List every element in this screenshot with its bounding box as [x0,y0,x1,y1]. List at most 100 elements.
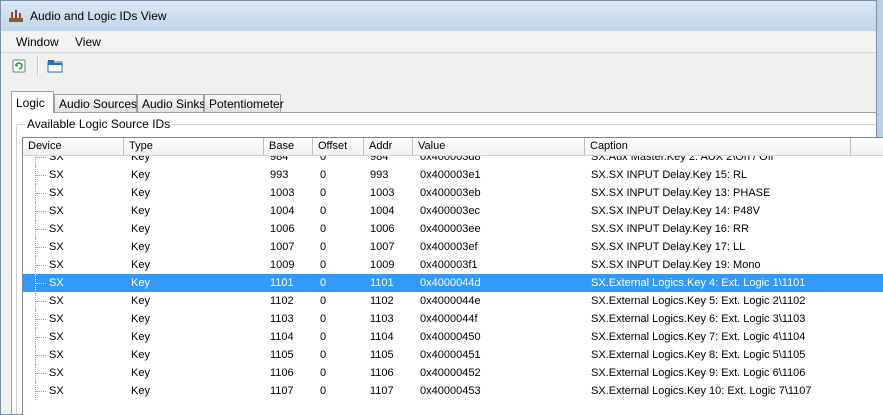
table-row[interactable]: SX Key 1003 0 1003 0x400003eb SX.SX INPUT Dela… [23,184,883,202]
cell-offset: 0 [320,241,327,253]
table-row[interactable]: SX Key 1006 0 1006 0x400003ee SX.SX INPUT Dela… [23,220,883,238]
tab-audio-sinks[interactable]: Audio Sinks [137,94,205,112]
toolbar [1,53,876,79]
cell-addr: 1003 [370,187,395,199]
cell-caption: SX.External Logics.Key 5: Ext. Logic 2\1… [591,295,806,307]
toolbar-separator [37,56,39,76]
cell-caption: SX.SX INPUT Delay.Key 19: Mono [591,259,761,271]
cell-addr: 1006 [370,223,395,235]
table-row[interactable]: SX Key 1009 0 1009 0x400003f1 SX.SX INPUT Dela… [23,256,883,274]
table-row[interactable]: SX Key 1103 0 1103 0x4000044f SX.External Logi… [23,310,883,328]
cell-device: SX [49,385,64,397]
cell-type: Key [131,331,150,343]
cell-offset: 0 [320,313,327,325]
cell-base: 1007 [270,241,295,253]
cell-device: SX [49,223,64,235]
cell-addr: 993 [370,169,389,181]
cell-offset: 0 [320,331,327,343]
cell-addr: 1101 [370,277,394,289]
cell-device: SX [49,295,64,307]
cell-type: Key [131,241,150,253]
table-row[interactable]: SX Key 1102 0 1102 0x4000044e SX.External Logi… [23,292,883,310]
cell-type: Key [131,367,150,379]
cell-addr: 1007 [370,241,395,253]
title-bar: Audio and Logic IDs View [1,1,876,31]
cell-caption: SX.External Logics.Key 4: Ext. Logic 1\1… [591,277,806,289]
cell-base: 1003 [270,187,295,199]
tree-line-icon [35,328,47,346]
cell-value: 0x400003ef [420,241,478,253]
group-label: Available Logic Source IDs [25,117,173,131]
cell-offset: 0 [320,295,327,307]
cell-caption: SX.External Logics.Key 8: Ext. Logic 5\1… [591,349,806,361]
table-row[interactable]: SX Key 1107 0 1107 0x40000453 SX.External Logi… [23,382,883,400]
cell-addr: 1009 [370,259,395,271]
cell-value: 0x400003f1 [420,259,478,271]
cell-type: Key [131,259,150,271]
tab-potentiometer[interactable]: Potentiometer [204,94,284,112]
table-row[interactable]: SX Key 1106 0 1106 0x40000452 SX.External Logi… [23,364,883,382]
cell-caption: SX.External Logics.Key 7: Ext. Logic 4\1… [591,331,806,343]
refresh-icon[interactable] [9,56,29,76]
logic-id-list[interactable]: Device Type Base Offset Addr Value Capti… [22,137,883,415]
cell-base: 1107 [270,385,294,397]
window-title: Audio and Logic IDs View [30,9,167,23]
cell-type: Key [131,385,150,397]
cell-device: SX [49,169,64,181]
cell-offset: 0 [320,187,327,199]
table-row[interactable]: SX Key 993 0 993 0x400003e1 SX.SX INPUT Delay.… [23,166,883,184]
cell-value: 0x40000450 [420,331,481,343]
tree-line-icon [35,346,47,364]
column-header-caption[interactable]: Caption [585,138,851,155]
tab-logic[interactable]: Logic [11,91,54,113]
cell-value: 0x400003e1 [420,169,481,181]
cell-base: 1006 [270,223,295,235]
cell-base: 1104 [270,331,294,343]
cell-value: 0x4000044e [420,295,481,307]
cell-caption: SX.SX INPUT Delay.Key 15: RL [591,169,748,181]
cell-value: 0x400003eb [420,187,481,199]
cell-base: 1103 [270,313,294,325]
cell-offset: 0 [320,223,327,235]
cell-base: 1105 [270,349,294,361]
tab-audio-sources[interactable]: Audio Sources [54,94,137,112]
cell-offset: 0 [320,367,327,379]
cell-offset: 0 [320,385,327,397]
cell-type: Key [131,313,150,325]
cell-caption: SX.SX INPUT Delay.Key 13: PHASE [591,187,771,199]
column-header-offset[interactable]: Offset [313,138,364,155]
cell-type: Key [131,295,150,307]
cell-base: 993 [270,169,289,181]
cell-offset: 0 [320,205,327,217]
cell-offset: 0 [320,277,327,289]
cell-value: 0x4000044d [420,277,481,289]
table-row[interactable]: SX Key 1105 0 1105 0x40000451 SX.External Logi… [23,346,883,364]
cell-type: Key [131,349,150,361]
cell-offset: 0 [320,349,327,361]
app-icon [9,10,23,22]
table-row[interactable]: SX Key 1007 0 1007 0x400003ef SX.SX INPUT Dela… [23,238,883,256]
column-header-addr[interactable]: Addr [364,138,413,155]
cell-base: 1009 [270,259,295,271]
cell-device: SX [49,241,64,253]
tree-line-icon [35,202,47,220]
cell-caption: SX.External Logics.Key 6: Ext. Logic 3\1… [591,313,806,325]
column-header-type[interactable]: Type [124,138,264,155]
tree-line-icon [35,166,47,184]
column-header-base[interactable]: Base [264,138,313,155]
table-row[interactable]: SX Key 1101 0 1101 0x4000044d SX.External Logi… [23,274,883,292]
table-row[interactable]: SX Key 1004 0 1004 0x400003ec SX.SX INPUT Dela… [23,202,883,220]
column-header-device[interactable]: Device [23,138,124,155]
tree-line-icon [35,364,47,382]
tree-line-icon [35,382,47,400]
menu-window[interactable]: Window [16,35,59,49]
menu-view[interactable]: View [75,35,101,49]
column-header-value[interactable]: Value [413,138,585,155]
menu-bar: Window View [1,32,876,53]
folder-icon[interactable] [45,56,65,76]
cell-type: Key [131,169,150,181]
table-row[interactable]: SX Key 1104 0 1104 0x40000450 SX.External Logi… [23,328,883,346]
cell-addr: 1102 [370,295,394,307]
cell-caption: SX.External Logics.Key 9: Ext. Logic 6\1… [591,367,806,379]
cell-value: 0x400003ee [420,223,481,235]
